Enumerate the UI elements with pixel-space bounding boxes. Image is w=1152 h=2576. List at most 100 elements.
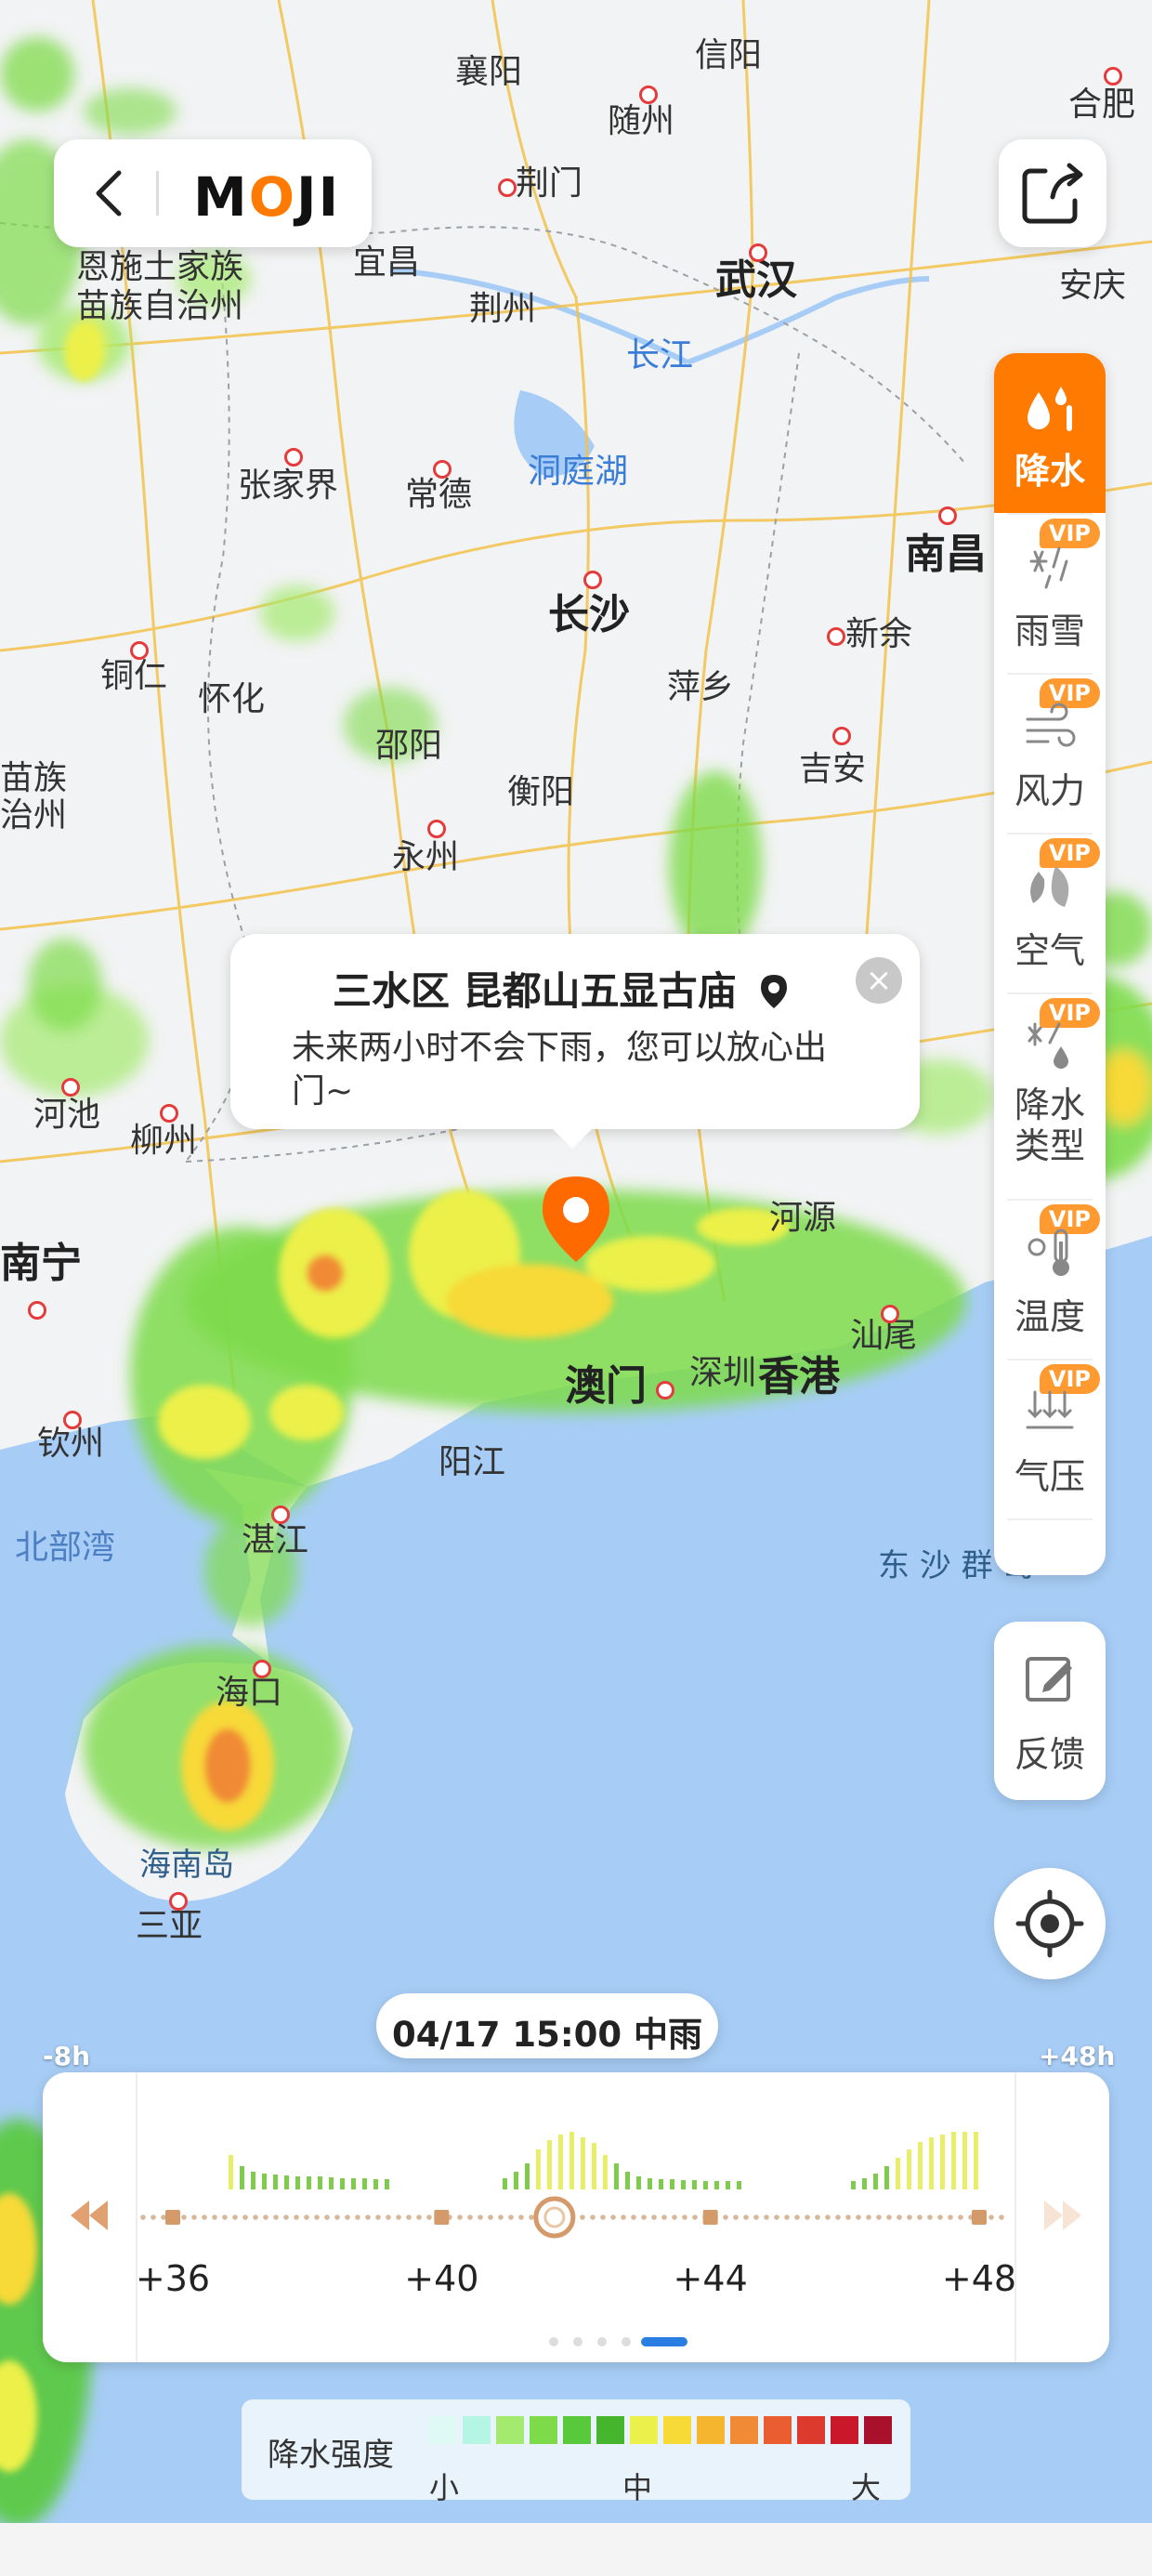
track-dot (682, 2215, 687, 2220)
legend-title: 降水强度 (268, 2437, 394, 2474)
map-label-jian: 吉安 (799, 750, 867, 788)
map-label-zhanjiang: 湛江 (242, 1521, 309, 1559)
track-dot (365, 2215, 371, 2220)
timeline-bar (614, 2163, 619, 2189)
layer-wind[interactable]: VIP 风力 (994, 673, 1106, 833)
layer-rain-snow[interactable]: VIP 雨雪 (994, 513, 1106, 673)
track-dot (580, 2215, 585, 2220)
track-dot (304, 2215, 309, 2220)
track-dot (886, 2215, 892, 2220)
rain-snow-icon (1029, 546, 1068, 589)
legend-swatch (429, 2416, 457, 2444)
track-dot (621, 2215, 626, 2220)
layer-label: 雨雪 (1014, 611, 1085, 651)
timeline-bar (636, 2176, 641, 2189)
map-label-changjiang: 长江 (626, 336, 694, 375)
track-dot (222, 2215, 228, 2220)
timeline-bar (340, 2178, 345, 2189)
timeline-bar (625, 2172, 630, 2189)
track-dot (294, 2215, 299, 2220)
track-dot (202, 2215, 207, 2220)
legend-swatch (530, 2416, 557, 2444)
timeline-knob-inner (543, 2206, 566, 2228)
crosshair-icon (1015, 1889, 1084, 1958)
timeline-tick-label: +40 (404, 2258, 479, 2299)
track-dot (375, 2215, 381, 2220)
track-dot (140, 2215, 146, 2220)
layer-panel: 降水 VIP 雨雪 VIP 风力 VIP 空气 VIP 降水 类型 VIP 温度… (994, 353, 1106, 1575)
track-dot (948, 2215, 953, 2220)
popup-tail (548, 1124, 596, 1149)
track-dot (866, 2215, 871, 2220)
map-label-hefei: 合肥 (1068, 85, 1136, 124)
track-dot (478, 2215, 483, 2220)
legend-swatch (596, 2416, 624, 2444)
current-time-label: 04/17 15:00 中雨 (391, 2015, 703, 2055)
layer-precipitation[interactable]: 降水 (994, 353, 1106, 513)
track-dot (845, 2215, 851, 2220)
precip-legend: 降水强度 小 中 大 (242, 2399, 910, 2505)
legend-swatch (697, 2416, 725, 2444)
back-arrow-icon[interactable] (91, 169, 128, 217)
share-button[interactable] (999, 139, 1106, 247)
track-dot (498, 2215, 504, 2220)
track-dot (488, 2215, 493, 2220)
timeline-tick (165, 2210, 180, 2225)
locate-button[interactable] (994, 1868, 1106, 1979)
map-label-beibuwan: 北部湾 (15, 1529, 116, 1567)
popup-close-button[interactable]: × (856, 957, 902, 1004)
track-dot (314, 2215, 320, 2220)
legend-swatch (797, 2416, 825, 2444)
city-dot-hefei (1104, 67, 1122, 85)
feedback-label: 反馈 (1014, 1734, 1085, 1775)
city-dot-liuzhou (160, 1104, 178, 1123)
legend-swatch (864, 2416, 892, 2444)
timeline-bar (962, 2132, 967, 2189)
track-dot (212, 2215, 217, 2220)
track-dot (784, 2215, 790, 2220)
track-dot (600, 2215, 606, 2220)
layer-precip-type[interactable]: VIP 降水 类型 (994, 992, 1106, 1197)
timeline-bar (726, 2181, 730, 2189)
track-dot (733, 2215, 739, 2220)
location-marker-icon[interactable] (537, 1173, 615, 1266)
map-label-qinzhou: 钦州 (37, 1425, 105, 1463)
timeline-bar (951, 2132, 956, 2189)
city-dot-zhanjiang (271, 1505, 290, 1524)
track-dot (590, 2215, 596, 2220)
map-label-suizhou: 随州 (608, 102, 675, 140)
legend-swatch (563, 2416, 591, 2444)
timeline-panel: +36 +40 +44 +48 (43, 2072, 1109, 2362)
layer-air[interactable]: VIP 空气 (994, 833, 1106, 992)
track-dot (518, 2215, 524, 2220)
timeline-bar (262, 2174, 267, 2189)
timeline-bar (603, 2155, 608, 2189)
track-dot (876, 2215, 882, 2220)
track-dot (406, 2215, 412, 2220)
timeline-bar (558, 2135, 563, 2189)
layer-temperature[interactable]: VIP 温度 (994, 1199, 1106, 1359)
track-dot (835, 2215, 841, 2220)
timeline-bar (569, 2132, 574, 2189)
track-dot (610, 2215, 616, 2220)
rewind-button[interactable] (43, 2072, 137, 2362)
map-label-shenzhen: 深圳 (689, 1354, 757, 1392)
city-dot-haikou (253, 1660, 271, 1678)
legend-mid-label: 中 (622, 2470, 653, 2505)
track-dot (386, 2215, 391, 2220)
page-indicator[interactable] (544, 2333, 693, 2351)
feedback-button[interactable]: 反馈 (994, 1622, 1106, 1800)
edit-icon (1026, 1657, 1072, 1702)
legend-low-label: 小 (429, 2470, 460, 2505)
fast-forward-button[interactable] (1015, 2072, 1109, 2362)
map-label-changsha: 长沙 (548, 591, 630, 638)
map-label-enshi2: 苗族自治州 (76, 287, 244, 325)
layer-pressure[interactable]: VIP 气压 (994, 1359, 1106, 1518)
timeline-tick-label: +44 (673, 2258, 748, 2299)
city-dot-jingmen (498, 178, 517, 197)
city-dot-yongzhou (427, 820, 446, 838)
track-dot (907, 2215, 912, 2220)
track-dot (937, 2215, 943, 2220)
timeline-track[interactable] (136, 2072, 1016, 2362)
city-dot-xinyu (827, 627, 845, 646)
